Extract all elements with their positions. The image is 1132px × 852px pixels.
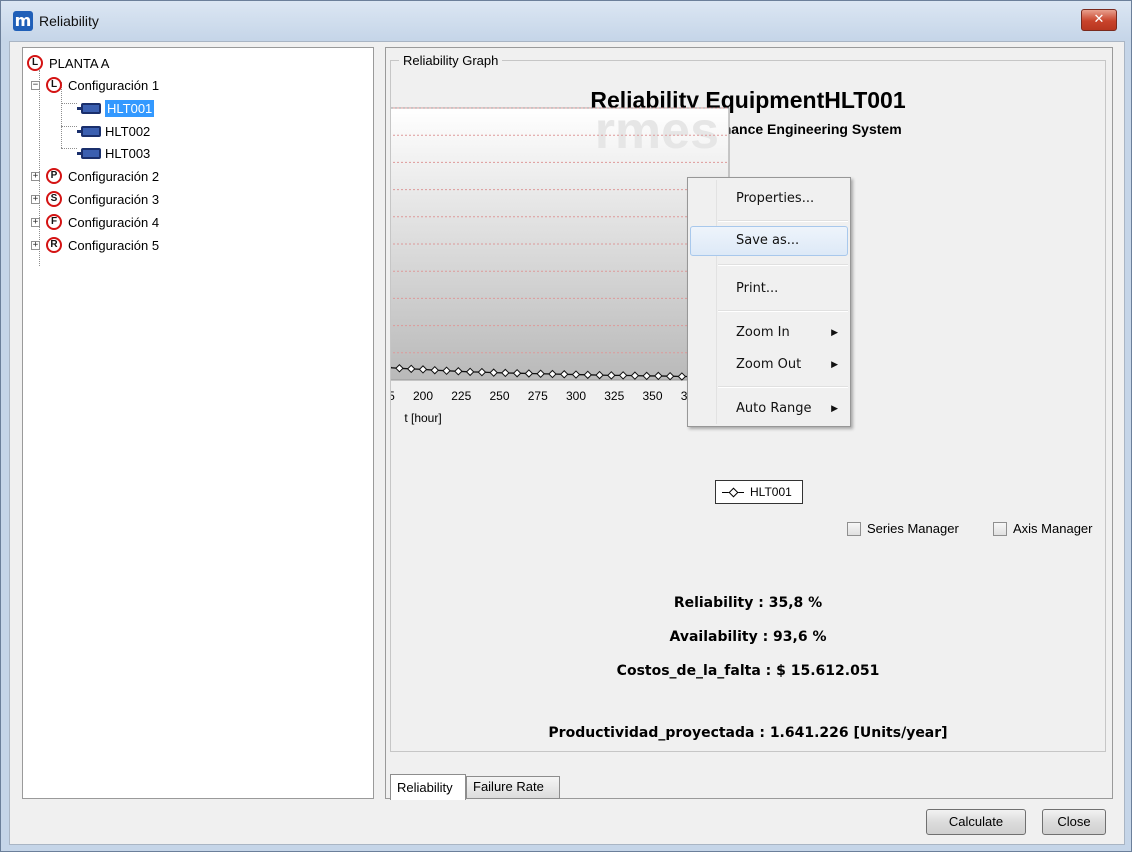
x-tick-label: 325 [604, 389, 624, 403]
config-badge-icon: F [46, 214, 62, 230]
tree-guide-line [61, 126, 77, 127]
config-badge-icon: L [46, 77, 62, 93]
menu-item-auto-range[interactable]: Auto Range ▶ [690, 394, 848, 424]
title-bar[interactable]: m Reliability ✕ [1, 1, 1131, 41]
checkbox-box[interactable] [993, 521, 1007, 536]
tree-item-configuracion-4[interactable]: + F Configuración 4 [31, 211, 159, 233]
tree-item-label: HLT003 [105, 145, 151, 161]
window-close-button[interactable]: ✕ [1081, 9, 1117, 31]
x-tick-label: 275 [528, 389, 548, 403]
tree-item-label: Configuración 4 [68, 214, 160, 230]
expand-icon[interactable]: + [31, 217, 40, 227]
config-badge-icon: S [46, 191, 62, 207]
menu-separator [718, 264, 848, 266]
equipment-icon [77, 125, 101, 137]
series-manager-checkbox[interactable]: Series Manager [847, 521, 959, 536]
x-axis-label: t [hour] [404, 411, 441, 425]
collapse-icon[interactable]: − [31, 80, 40, 90]
config-badge-icon: P [46, 168, 62, 184]
menu-item-label: Properties... [736, 191, 815, 206]
config-badge-icon: R [46, 237, 62, 253]
tree-item-hlt001[interactable]: HLT001 [77, 97, 155, 119]
watermark-logo: rmes [595, 102, 719, 160]
dialog-client-area: L PLANTA A − L Configuración 1 HLT001 HL… [9, 41, 1125, 845]
calculate-button[interactable]: Calculate [926, 809, 1026, 835]
close-button[interactable]: Close [1042, 809, 1106, 835]
axis-manager-checkbox[interactable]: Axis Manager [993, 521, 1092, 536]
chart-legend: HLT001 [715, 480, 803, 504]
menu-item-properties[interactable]: Properties... [690, 184, 848, 214]
submenu-arrow-icon: ▶ [831, 404, 838, 414]
x-tick-label: 300 [566, 389, 586, 403]
menu-item-label: Auto Range [736, 401, 812, 416]
x-tick-label: 225 [451, 389, 471, 403]
productividad-value: Productividad_proyectada : 1.641.226 [Un… [548, 725, 948, 741]
x-tick-label: 350 [642, 389, 662, 403]
tree-item-label: Configuración 2 [68, 168, 160, 184]
tree-item-configuracion-2[interactable]: + P Configuración 2 [31, 165, 159, 187]
tree-item-configuracion-1[interactable]: − L Configuración 1 [31, 74, 159, 96]
plant-tree[interactable]: L PLANTA A − L Configuración 1 HLT001 HL… [22, 47, 374, 799]
checkbox-label: Axis Manager [1013, 521, 1093, 536]
equipment-icon [77, 147, 101, 159]
tree-item-label: PLANTA A [49, 55, 110, 71]
menu-item-zoom-out[interactable]: Zoom Out ▶ [690, 350, 848, 380]
menu-separator [718, 220, 848, 222]
menu-separator [718, 310, 848, 312]
submenu-arrow-icon: ▶ [831, 328, 838, 338]
tree-item-label: Configuración 1 [68, 77, 160, 93]
checkbox-box[interactable] [847, 521, 861, 536]
expand-icon[interactable]: + [31, 194, 40, 204]
legend-label: HLT001 [750, 485, 792, 499]
menu-item-zoom-in[interactable]: Zoom In ▶ [690, 318, 848, 348]
menu-item-save-as[interactable]: Save as... [690, 226, 848, 256]
tree-guide-line [61, 148, 77, 149]
equipment-icon [77, 102, 101, 114]
costos-value: Costos_de_la_falta : $ 15.612.051 [616, 663, 880, 679]
availability-value: Availability : 93,6 % [669, 629, 827, 645]
menu-item-print[interactable]: Print... [690, 274, 848, 304]
location-badge-icon: L [27, 55, 43, 71]
chart-context-menu: Properties... Save as... Print... Zoom I… [687, 177, 851, 427]
tree-item-configuracion-3[interactable]: + S Configuración 3 [31, 188, 159, 210]
expand-icon[interactable]: + [31, 240, 40, 250]
app-logo-icon: m [13, 11, 33, 31]
checkbox-label: Series Manager [867, 521, 959, 536]
window-title: Reliability [39, 13, 99, 29]
x-tick-label: 200 [413, 389, 433, 403]
menu-separator [718, 386, 848, 388]
tab-failure-rate[interactable]: Failure Rate [466, 776, 560, 799]
tree-item-label: HLT002 [105, 123, 151, 139]
tab-reliability[interactable]: Reliability [390, 774, 466, 800]
menu-item-label: Save as... [736, 233, 800, 248]
x-tick-label: 250 [489, 389, 509, 403]
x-tick-label: 175 [391, 389, 395, 403]
reliability-value: Reliability : 35,8 % [673, 595, 823, 611]
menu-item-label: Zoom In [736, 325, 790, 340]
tree-item-configuracion-5[interactable]: + R Configuración 5 [31, 234, 159, 256]
submenu-arrow-icon: ▶ [831, 360, 838, 370]
tree-item-planta-a[interactable]: L PLANTA A [27, 52, 109, 74]
tree-item-hlt002[interactable]: HLT002 [77, 120, 151, 142]
expand-icon[interactable]: + [31, 171, 40, 181]
menu-item-label: Print... [736, 281, 779, 296]
menu-item-label: Zoom Out [736, 357, 802, 372]
tree-item-label: Configuración 5 [68, 237, 160, 253]
reliability-window: m Reliability ✕ L PLANTA A − L Configura… [0, 0, 1132, 852]
legend-marker-icon [722, 491, 744, 493]
tree-item-hlt003[interactable]: HLT003 [77, 142, 151, 164]
tree-guide-line [61, 103, 77, 104]
tree-item-label: Configuración 3 [68, 191, 160, 207]
tree-item-label: HLT001 [105, 99, 155, 117]
